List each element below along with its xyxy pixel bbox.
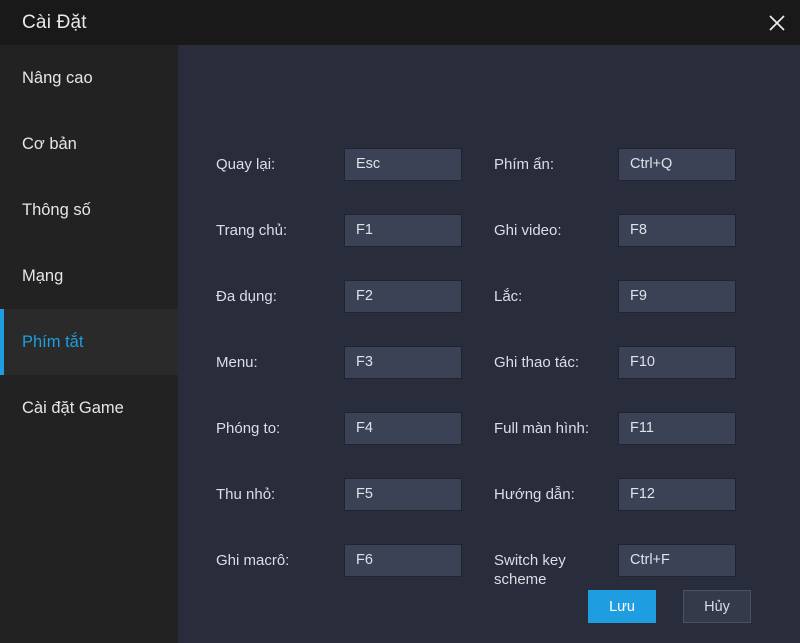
shortcut-input-right-2[interactable]: F8 [618, 214, 736, 247]
field-label: Phím ẩn: [494, 156, 555, 173]
close-icon [767, 13, 787, 33]
sidebar-item-label: Mạng [22, 266, 64, 285]
shortcut-input-right-5[interactable]: F11 [618, 412, 736, 445]
title-bar: Cài Đặt [0, 0, 800, 45]
field-row: Menu: [216, 346, 258, 372]
field-label: Phóng to: [216, 420, 281, 437]
field-row: Đa dụng: [216, 280, 277, 306]
sidebar-item-2[interactable]: Cơ bản [0, 111, 178, 177]
cancel-button[interactable]: Hủy [683, 590, 751, 623]
field-row: Ghi macrô: [216, 544, 289, 570]
field-row: Ghi thao tác: [494, 346, 579, 372]
shortcut-input-left-4[interactable]: F3 [344, 346, 462, 379]
field-label: Ghi thao tác: [494, 354, 580, 371]
sidebar-item-label: Cơ bản [22, 134, 77, 153]
field-label: Full màn hình: [494, 420, 590, 437]
shortcut-input-left-3[interactable]: F2 [344, 280, 462, 313]
shortcut-input-right-1[interactable]: Ctrl+Q [618, 148, 736, 181]
shortcut-input-right-4[interactable]: F10 [618, 346, 736, 379]
field-label: Ghi macrô: [216, 552, 290, 569]
sidebar-item-1[interactable]: Nâng cao [0, 45, 178, 111]
sidebar-item-label: Thông số [22, 200, 91, 219]
save-button[interactable]: Lưu [588, 590, 656, 623]
shortcut-input-left-1[interactable]: Esc [344, 148, 462, 181]
field-row: Phím ẩn: [494, 148, 554, 174]
field-label: Quay lại: [216, 156, 276, 173]
main-panel: Quay lại: Esc Trang chủ: F1 Đa dụng: F2 Menu: F… [178, 45, 800, 643]
field-row: Phóng to: [216, 412, 280, 438]
sidebar: Nâng cao Cơ bản Thông số Mạng Phím tắt Cài đặ… [0, 45, 178, 643]
shortcut-input-right-6[interactable]: F12 [618, 478, 736, 511]
sidebar-item-4[interactable]: Mạng [0, 243, 178, 309]
sidebar-active-indicator [0, 309, 4, 375]
field-label: Lắc: [494, 288, 523, 305]
field-row: Hướng dẫn: [494, 478, 575, 504]
field-label: Hướng dẫn: [494, 486, 575, 503]
shortcut-input-left-2[interactable]: F1 [344, 214, 462, 247]
shortcut-input-left-5[interactable]: F4 [344, 412, 462, 445]
field-row: Thu nhỏ: [216, 478, 275, 504]
sidebar-item-5[interactable]: Phím tắt [0, 309, 178, 375]
field-row: Quay lại: [216, 148, 275, 174]
field-label: Đa dụng: [216, 288, 277, 305]
sidebar-item-3[interactable]: Thông số [0, 177, 178, 243]
settings-dialog: Cài Đặt Nâng cao Cơ bản Thông số Mạng Phím t… [0, 0, 800, 643]
field-row: Ghi video: [494, 214, 562, 240]
field-row: Full màn hình: [494, 412, 589, 438]
page-title: Cài Đặt [22, 11, 87, 33]
close-button[interactable] [754, 0, 800, 45]
field-label: Trang chủ: [216, 222, 288, 239]
field-label: Menu: [216, 354, 258, 371]
dialog-footer: Lưu Hủy [178, 573, 800, 643]
sidebar-item-6[interactable]: Cài đặt Game [0, 375, 178, 441]
shortcut-input-right-3[interactable]: F9 [618, 280, 736, 313]
sidebar-item-label: Phím tắt [22, 332, 84, 351]
field-row: Trang chủ: [216, 214, 287, 240]
field-row: Lắc: [494, 280, 522, 306]
field-label: Ghi video: [494, 222, 562, 239]
shortcut-input-left-6[interactable]: F5 [344, 478, 462, 511]
sidebar-item-label: Cài đặt Game [22, 398, 124, 417]
field-label: Thu nhỏ: [216, 486, 276, 503]
sidebar-item-label: Nâng cao [22, 68, 93, 87]
